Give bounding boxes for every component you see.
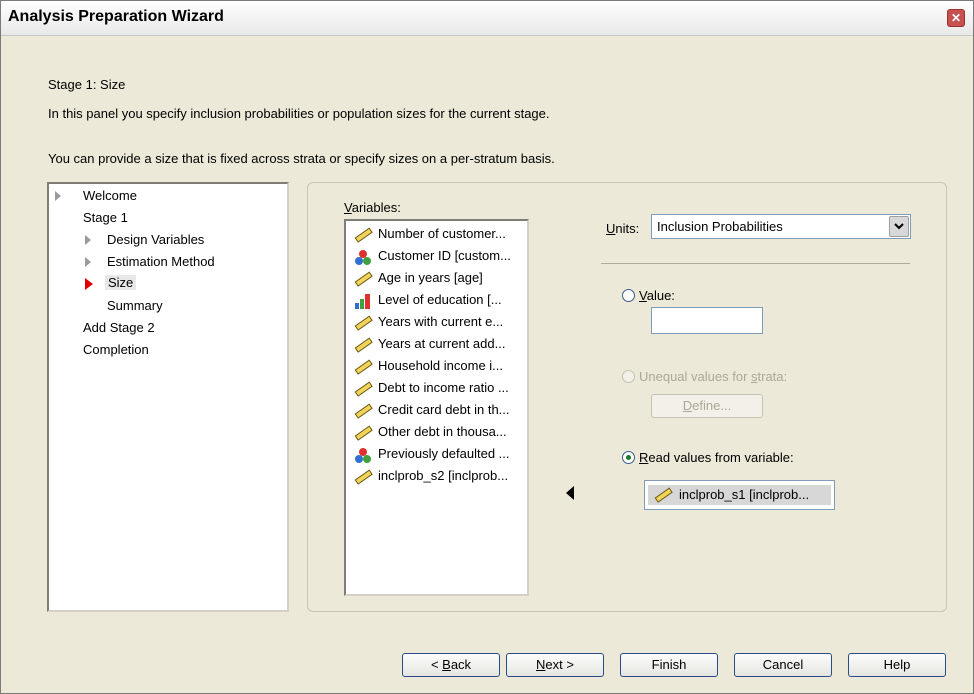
next-button[interactable]: Next >: [506, 653, 604, 677]
title-bar: Analysis Preparation Wizard ✕: [1, 1, 973, 36]
nav-item-add-stage-2[interactable]: Add Stage 2: [83, 320, 155, 335]
units-label: Units:: [606, 221, 640, 236]
finish-button[interactable]: Finish: [620, 653, 718, 677]
window-title: Analysis Preparation Wizard: [8, 8, 224, 25]
stage-description: In this panel you specify inclusion prob…: [48, 106, 550, 121]
move-variable-arrow-icon[interactable]: [566, 486, 574, 500]
unequal-values-radio[interactable]: [622, 370, 635, 383]
divider: [601, 263, 910, 264]
wizard-nav-tree: Welcome Stage 1 Design Variables Estimat…: [47, 182, 289, 612]
nominal-icon: [355, 250, 371, 265]
read-values-radio[interactable]: [622, 451, 635, 464]
scale-ruler-icon: [354, 381, 373, 397]
scale-ruler-icon: [354, 337, 373, 353]
scale-ruler-icon: [354, 359, 373, 375]
wizard-window: Analysis Preparation Wizard ✕ Stage 1: S…: [0, 0, 974, 694]
scale-ruler-icon: [354, 227, 373, 243]
close-icon[interactable]: ✕: [947, 9, 965, 27]
units-selected-value: Inclusion Probabilities: [657, 219, 783, 234]
variables-label: Variables:: [344, 200, 401, 215]
stage-title: Stage 1: Size: [48, 77, 126, 92]
nav-item-completion[interactable]: Completion: [83, 342, 149, 357]
cancel-button[interactable]: Cancel: [734, 653, 832, 677]
expand-arrow-icon: [55, 191, 61, 201]
value-input[interactable]: [651, 307, 763, 334]
scale-ruler-icon: [354, 315, 373, 331]
value-radio-label[interactable]: Value:: [639, 288, 675, 303]
unequal-values-label: Unequal values for strata:: [639, 369, 788, 384]
back-button[interactable]: < Back: [402, 653, 500, 677]
scale-ruler-icon: [354, 271, 373, 287]
define-button[interactable]: Define...: [651, 394, 763, 418]
nav-item-summary[interactable]: Summary: [107, 298, 163, 313]
nominal-icon: [355, 448, 371, 463]
help-button[interactable]: Help: [848, 653, 946, 677]
dropdown-button[interactable]: [889, 216, 909, 237]
expand-arrow-icon: [85, 235, 91, 245]
radio-selected-dot: [626, 455, 631, 460]
scale-ruler-icon: [354, 425, 373, 441]
current-step-arrow-icon: [85, 278, 93, 290]
stage-note: You can provide a size that is fixed acr…: [48, 151, 555, 166]
ordinal-bar-icon: [355, 294, 370, 309]
variables-list[interactable]: Number of customer... Customer ID [custo…: [344, 219, 529, 596]
scale-ruler-icon: [354, 469, 373, 485]
scale-ruler-icon: [354, 403, 373, 419]
value-radio[interactable]: [622, 289, 635, 302]
nav-item-stage-1[interactable]: Stage 1: [83, 210, 128, 225]
read-values-label[interactable]: Read values from variable:: [639, 450, 794, 465]
units-dropdown[interactable]: Inclusion Probabilities: [651, 214, 911, 239]
chevron-down-icon: [894, 223, 904, 230]
expand-arrow-icon: [85, 257, 91, 267]
scale-ruler-icon: [654, 487, 673, 503]
read-variable-field[interactable]: inclprob_s1 [inclprob...: [644, 480, 835, 510]
nav-item-size[interactable]: Size: [85, 275, 145, 294]
